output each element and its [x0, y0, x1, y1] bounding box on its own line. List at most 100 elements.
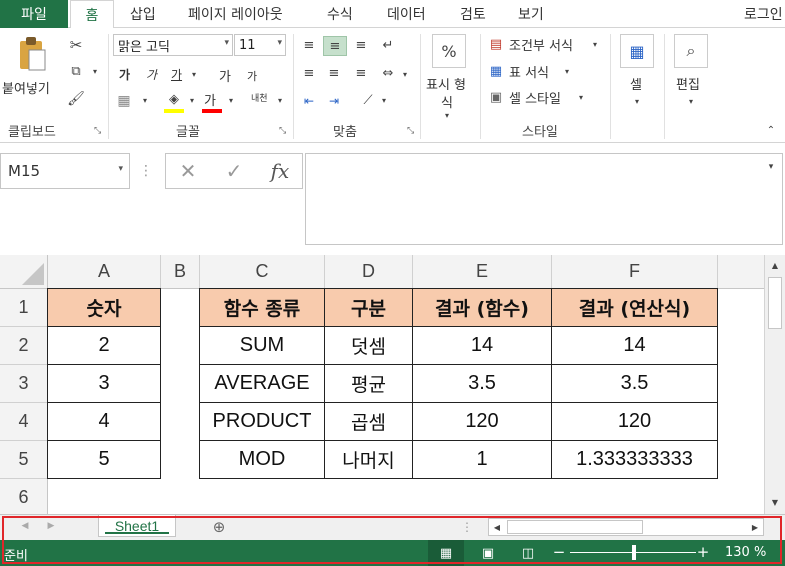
prev-sheet-icon[interactable]: ◀: [18, 519, 32, 533]
cell-c5[interactable]: MOD: [199, 440, 325, 479]
cut-icon[interactable]: ✂: [66, 36, 86, 54]
align-middle-icon[interactable]: ≡: [323, 36, 347, 56]
underline-button[interactable]: 가: [171, 66, 182, 83]
tab-file[interactable]: 파일: [0, 0, 68, 28]
cell-e5[interactable]: 1: [412, 440, 552, 479]
row-header-3[interactable]: 3: [0, 365, 48, 403]
tab-home[interactable]: 홈: [70, 0, 114, 29]
cell-d4[interactable]: 곱셈: [324, 402, 413, 441]
align-right-icon[interactable]: ≡: [350, 64, 372, 82]
conditional-format-icon[interactable]: ▤: [487, 35, 505, 53]
cell-c4[interactable]: PRODUCT: [199, 402, 325, 441]
cell-f2[interactable]: 14: [551, 326, 718, 365]
copy-icon[interactable]: ⧉: [66, 62, 86, 80]
clipboard-launcher-icon[interactable]: ⤡: [94, 126, 101, 136]
number-format-button-line2[interactable]: 식: [441, 92, 453, 111]
scroll-right-icon[interactable]: ▶: [749, 521, 761, 533]
table-format-button[interactable]: 표 서식: [509, 62, 549, 81]
italic-button[interactable]: 가: [146, 66, 157, 83]
tab-view[interactable]: 보기: [518, 0, 544, 28]
scroll-left-icon[interactable]: ◀: [491, 521, 503, 533]
cell-e4[interactable]: 120: [412, 402, 552, 441]
font-color-button[interactable]: 가: [204, 90, 216, 109]
cell-e1[interactable]: 결과 (함수): [412, 288, 552, 327]
tab-insert[interactable]: 삽입: [130, 0, 156, 28]
confirm-check-icon[interactable]: ✓: [220, 158, 248, 184]
font-name-combo[interactable]: 맑은 고딕 ▾: [113, 34, 233, 56]
align-top-icon[interactable]: ≡: [298, 36, 320, 54]
expand-formula-icon[interactable]: ▾: [764, 160, 778, 174]
cell-a5[interactable]: 5: [47, 440, 161, 479]
name-box[interactable]: M15 ▾: [0, 153, 130, 189]
cells-button[interactable]: 셀: [630, 74, 642, 93]
normal-view-icon[interactable]: ▦: [438, 545, 454, 561]
cell-c2[interactable]: SUM: [199, 326, 325, 365]
editing-button[interactable]: 편집: [676, 74, 700, 93]
align-bottom-icon[interactable]: ≡: [350, 36, 372, 54]
cell-f3[interactable]: 3.5: [551, 364, 718, 403]
row-header-2[interactable]: 2: [0, 327, 48, 365]
copy-dropdown-icon[interactable]: ▾: [90, 64, 100, 78]
column-header-c[interactable]: C: [200, 255, 325, 289]
conditional-format-dropdown-icon[interactable]: ▾: [590, 38, 600, 50]
percent-icon[interactable]: %: [432, 34, 466, 68]
zoom-out-icon[interactable]: −: [553, 543, 566, 561]
cell-e2[interactable]: 14: [412, 326, 552, 365]
cell-a2[interactable]: 2: [47, 326, 161, 365]
cell-f1[interactable]: 결과 (연산식): [551, 288, 718, 327]
format-painter-icon[interactable]: 🖌: [66, 90, 86, 108]
vertical-scrollbar[interactable]: ▲ ▼: [764, 255, 785, 514]
cells-dropdown-icon[interactable]: ▾: [632, 96, 642, 106]
collapse-ribbon-icon[interactable]: ⌃: [763, 122, 779, 138]
number-format-dropdown-icon[interactable]: ▾: [442, 110, 452, 120]
column-header-d[interactable]: D: [325, 255, 413, 289]
font-size-combo[interactable]: 11 ▾: [234, 34, 286, 56]
cell-e3[interactable]: 3.5: [412, 364, 552, 403]
merge-dropdown-icon[interactable]: ▾: [400, 68, 410, 80]
cell-c1[interactable]: 함수 종류: [199, 288, 325, 327]
phonetic-dropdown-icon[interactable]: ▾: [275, 94, 285, 106]
worksheet-grid[interactable]: A B C D E F 1 2 3 4 5 6 숫자 2 3 4 5 함수 종류…: [0, 255, 764, 514]
column-header-f[interactable]: F: [552, 255, 718, 289]
cell-style-dropdown-icon[interactable]: ▾: [576, 91, 586, 103]
border-icon[interactable]: ▦: [115, 92, 133, 110]
row-header-5[interactable]: 5: [0, 441, 48, 479]
more-dots-icon[interactable]: ⋮: [139, 159, 153, 183]
cancel-icon[interactable]: ✕: [174, 158, 202, 184]
find-binoculars-icon[interactable]: ⌕: [674, 34, 708, 68]
font-color-dropdown-icon[interactable]: ▾: [226, 94, 236, 106]
cells-icon[interactable]: ▦: [620, 34, 654, 68]
cell-d1[interactable]: 구분: [324, 288, 413, 327]
align-center-icon[interactable]: ≡: [323, 64, 345, 82]
table-format-dropdown-icon[interactable]: ▾: [562, 65, 572, 77]
orientation-dropdown-icon[interactable]: ▾: [379, 94, 389, 106]
align-left-icon[interactable]: ≡: [298, 64, 320, 82]
column-header-e[interactable]: E: [413, 255, 552, 289]
row-header-6[interactable]: 6: [0, 479, 48, 514]
next-sheet-icon[interactable]: ▶: [44, 519, 58, 533]
horizontal-scrollbar[interactable]: ◀ ▶: [488, 518, 764, 536]
cell-f4[interactable]: 120: [551, 402, 718, 441]
number-format-button-line1[interactable]: 표시 형: [426, 74, 466, 93]
bold-button[interactable]: 가: [119, 66, 130, 83]
fill-dropdown-icon[interactable]: ▾: [187, 94, 197, 106]
cell-f5[interactable]: 1.333333333: [551, 440, 718, 479]
vertical-scroll-thumb[interactable]: [768, 277, 782, 329]
paste-button[interactable]: 붙여넣기: [2, 78, 50, 97]
cell-style-icon[interactable]: ▣: [487, 88, 505, 106]
zoom-in-icon[interactable]: +: [697, 543, 710, 561]
wrap-text-icon[interactable]: ↵: [376, 36, 400, 54]
page-layout-view-icon[interactable]: ▣: [480, 545, 496, 561]
underline-dropdown-icon[interactable]: ▾: [189, 68, 199, 80]
font-launcher-icon[interactable]: ⤡: [279, 126, 286, 136]
decrease-indent-icon[interactable]: ⇤: [298, 92, 320, 110]
cell-a1[interactable]: 숫자: [47, 288, 161, 327]
zoom-slider-thumb[interactable]: [632, 545, 636, 560]
add-sheet-icon[interactable]: ⊕: [208, 517, 230, 537]
column-header-a[interactable]: A: [48, 255, 161, 289]
paste-icon[interactable]: [14, 34, 50, 74]
cell-c3[interactable]: AVERAGE: [199, 364, 325, 403]
scroll-up-icon[interactable]: ▲: [768, 258, 782, 272]
login-link[interactable]: 로그인: [744, 0, 783, 28]
border-dropdown-icon[interactable]: ▾: [140, 94, 150, 106]
